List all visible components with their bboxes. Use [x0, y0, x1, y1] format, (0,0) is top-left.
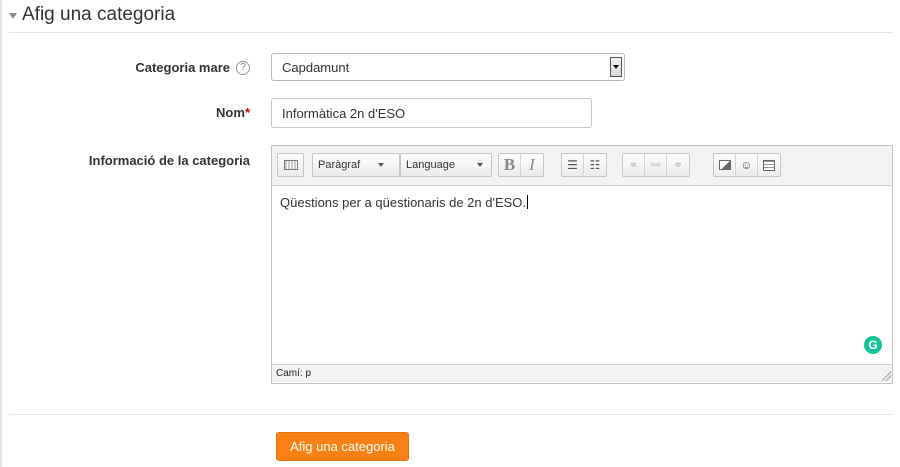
left-border [0, 0, 2, 467]
chevron-down-icon [476, 163, 483, 167]
resize-handle-icon[interactable] [881, 371, 891, 381]
text-caret [527, 195, 529, 209]
toolbar-toggle-button[interactable] [277, 153, 304, 177]
add-category-button[interactable]: Afig una categoria [276, 432, 409, 461]
link-group: ⚭ ⚯ ⚭ [622, 153, 690, 177]
divider-bottom [9, 414, 893, 415]
category-info-label: Informació de la categoria [88, 153, 250, 168]
name-input[interactable]: Informàtica 2n d'ESO [271, 98, 592, 128]
paragraph-format-select[interactable]: Paràgraf [312, 153, 400, 177]
editor-status-bar: Camí: p [272, 364, 892, 382]
grammarly-icon[interactable]: G [864, 336, 882, 354]
link-icon: ⚭ [628, 158, 639, 172]
anchor-icon: ⚭ [672, 158, 684, 172]
parent-category-select[interactable]: Capdamunt [271, 53, 625, 81]
unlink-button[interactable]: ⚯ [645, 154, 667, 176]
rich-text-editor: Paràgraf Language B I ☰ ☷ ⚭ ⚯ ⚭ ☺ Qüesti… [271, 145, 893, 384]
help-icon[interactable]: ? [236, 60, 250, 75]
link-button[interactable]: ⚭ [623, 154, 645, 176]
media-group: ☺ [713, 153, 781, 177]
keyboard-icon [283, 160, 298, 170]
list-group: ☰ ☷ [561, 153, 607, 177]
editor-content-area[interactable]: Qüestions per a qüestionaris de 2n d'ESO… [272, 186, 892, 364]
required-asterisk: * [244, 105, 250, 120]
image-icon [718, 160, 731, 170]
editor-text: Qüestions per a qüestionaris de 2n d'ESO… [280, 195, 527, 210]
section-toggle[interactable]: Afig una categoria [9, 4, 175, 26]
divider-top [9, 32, 893, 33]
editor-toolbar: Paràgraf Language B I ☰ ☷ ⚭ ⚯ ⚭ ☺ [272, 146, 892, 186]
parent-category-value: Capdamunt [282, 60, 350, 75]
collapse-triangle-icon[interactable] [9, 13, 17, 19]
italic-button[interactable]: I [521, 154, 543, 176]
bold-button[interactable]: B [499, 154, 521, 176]
bullet-list-icon: ☰ [567, 158, 578, 172]
parent-category-label: Categoria mare ? [135, 60, 250, 75]
chevron-down-icon [378, 163, 385, 167]
smiley-icon: ☺ [740, 158, 753, 172]
numbered-list-button[interactable]: ☷ [584, 154, 606, 176]
section-title: Afig una categoria [22, 4, 176, 25]
dropdown-arrow-icon[interactable] [610, 57, 622, 77]
image-button[interactable] [714, 154, 736, 176]
film-icon [763, 159, 775, 171]
language-select[interactable]: Language [400, 153, 492, 177]
element-path: Camí: p [276, 368, 312, 379]
media-button[interactable] [758, 154, 780, 176]
numbered-list-icon: ☷ [589, 158, 601, 172]
anchor-button[interactable]: ⚭ [667, 154, 689, 176]
emoticon-button[interactable]: ☺ [736, 154, 758, 176]
bullet-list-button[interactable]: ☰ [562, 154, 584, 176]
name-label: Nom* [216, 105, 250, 120]
unlink-icon: ⚯ [650, 158, 661, 172]
text-style-group: B I [498, 153, 544, 177]
